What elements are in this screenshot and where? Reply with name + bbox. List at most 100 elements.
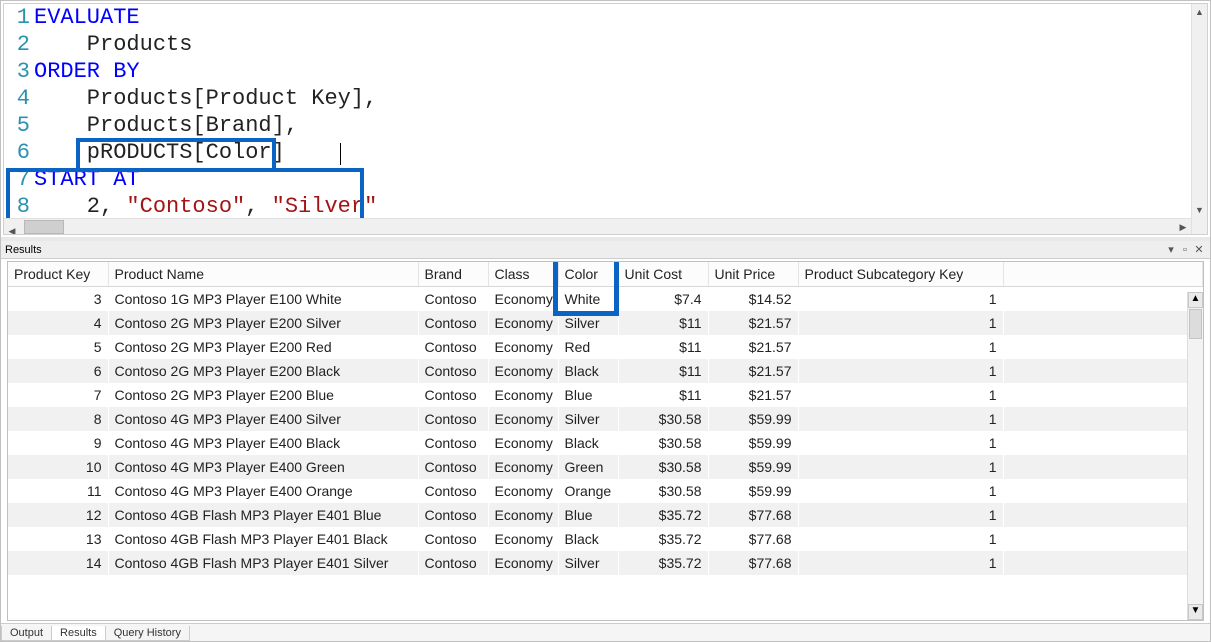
cell: Contoso: [418, 359, 488, 383]
code-area[interactable]: EVALUATE ProductsORDER BY Products[Produ…: [34, 4, 1207, 234]
cell: 1: [798, 479, 1003, 503]
table-row[interactable]: 8Contoso 4G MP3 Player E400 SilverContos…: [8, 407, 1203, 431]
line-number: 3: [4, 58, 30, 85]
cell: Contoso 4G MP3 Player E400 Orange: [108, 479, 418, 503]
cell: $77.68: [708, 527, 798, 551]
cell: 5: [8, 335, 108, 359]
table-row[interactable]: 5Contoso 2G MP3 Player E200 RedContosoEc…: [8, 335, 1203, 359]
column-header[interactable]: Unit Price: [708, 262, 798, 287]
code-line[interactable]: EVALUATE: [34, 4, 1207, 31]
dax-editor[interactable]: 12345678 EVALUATE ProductsORDER BY Produ…: [4, 4, 1207, 234]
line-number: 6: [4, 139, 30, 166]
code-line[interactable]: 2, "Contoso", "Silver": [34, 193, 1207, 220]
cell: $59.99: [708, 479, 798, 503]
hscroll-thumb[interactable]: [24, 220, 64, 234]
table-row[interactable]: 12Contoso 4GB Flash MP3 Player E401 Blue…: [8, 503, 1203, 527]
cell: Economy: [488, 311, 558, 335]
cell: 1: [798, 551, 1003, 575]
pane-close-icon[interactable]: ✕: [1192, 243, 1206, 256]
vscroll-thumb[interactable]: [1189, 309, 1202, 339]
cell: Contoso: [418, 527, 488, 551]
table-row[interactable]: 3Contoso 1G MP3 Player E100 WhiteContoso…: [8, 287, 1203, 312]
code-line[interactable]: pRODUCTS[Color]: [34, 139, 1207, 166]
results-grid[interactable]: Product KeyProduct NameBrandClassColorUn…: [8, 262, 1203, 575]
cell: Economy: [488, 431, 558, 455]
scroll-up-icon[interactable]: ▲: [1188, 292, 1203, 308]
scroll-left-icon[interactable]: ◀: [4, 224, 20, 236]
code-token: "Silver": [272, 194, 378, 219]
cell: Contoso 2G MP3 Player E200 Silver: [108, 311, 418, 335]
cell: 9: [8, 431, 108, 455]
table-row[interactable]: 13Contoso 4GB Flash MP3 Player E401 Blac…: [8, 527, 1203, 551]
cell: $21.57: [708, 335, 798, 359]
editor-horizontal-scrollbar[interactable]: ◀ ▶: [4, 218, 1191, 234]
cell: $14.52: [708, 287, 798, 312]
cell: $11: [618, 311, 708, 335]
scroll-down-icon[interactable]: ▼: [1192, 202, 1207, 218]
cell: 7: [8, 383, 108, 407]
column-header[interactable]: Color: [558, 262, 618, 287]
cell: Contoso: [418, 479, 488, 503]
cell: $21.57: [708, 359, 798, 383]
cell: 1: [798, 311, 1003, 335]
cell: $35.72: [618, 527, 708, 551]
table-row[interactable]: 10Contoso 4G MP3 Player E400 GreenContos…: [8, 455, 1203, 479]
code-line[interactable]: START AT: [34, 166, 1207, 193]
cell: Economy: [488, 455, 558, 479]
tab-output[interactable]: Output: [1, 626, 52, 641]
code-line[interactable]: ORDER BY: [34, 58, 1207, 85]
editor-vertical-scrollbar[interactable]: ▲ ▼: [1191, 4, 1207, 234]
cell: Contoso: [418, 383, 488, 407]
cell: $11: [618, 335, 708, 359]
column-header[interactable]: Product Key: [8, 262, 108, 287]
cell: Contoso 4G MP3 Player E400 Silver: [108, 407, 418, 431]
editor-pane: 12345678 EVALUATE ProductsORDER BY Produ…: [1, 1, 1210, 241]
code-token: ,: [100, 194, 126, 219]
column-header[interactable]: Product Subcategory Key: [798, 262, 1003, 287]
cell: Contoso: [418, 455, 488, 479]
code-token: Products[Brand],: [34, 113, 298, 138]
grid-vertical-scrollbar[interactable]: ▲ ▼: [1187, 292, 1203, 620]
scroll-right-icon[interactable]: ▶: [1175, 219, 1191, 235]
column-header[interactable]: Product Name: [108, 262, 418, 287]
cell: Silver: [558, 551, 618, 575]
pane-menu-icon[interactable]: ▾: [1164, 243, 1178, 256]
code-line[interactable]: Products[Product Key],: [34, 85, 1207, 112]
cell: Economy: [488, 551, 558, 575]
cell: Black: [558, 527, 618, 551]
scroll-down-icon[interactable]: ▼: [1188, 604, 1203, 620]
table-row[interactable]: 4Contoso 2G MP3 Player E200 SilverContos…: [8, 311, 1203, 335]
bottom-tab-bar: Output Results Query History: [1, 623, 1210, 641]
table-row[interactable]: 6Contoso 2G MP3 Player E200 BlackContoso…: [8, 359, 1203, 383]
tab-query-history[interactable]: Query History: [105, 626, 190, 641]
cell: Contoso 4GB Flash MP3 Player E401 Silver: [108, 551, 418, 575]
table-row[interactable]: 14Contoso 4GB Flash MP3 Player E401 Silv…: [8, 551, 1203, 575]
pane-pin-icon[interactable]: ▫: [1178, 244, 1192, 256]
column-header[interactable]: Brand: [418, 262, 488, 287]
cell: $35.72: [618, 503, 708, 527]
cell: White: [558, 287, 618, 312]
scroll-up-icon[interactable]: ▲: [1192, 4, 1207, 20]
code-line[interactable]: Products[Brand],: [34, 112, 1207, 139]
table-row[interactable]: 11Contoso 4G MP3 Player E400 OrangeConto…: [8, 479, 1203, 503]
cell: Contoso 2G MP3 Player E200 Blue: [108, 383, 418, 407]
code-token: 2: [34, 194, 100, 219]
table-row[interactable]: 7Contoso 2G MP3 Player E200 BlueContosoE…: [8, 383, 1203, 407]
cell: Economy: [488, 407, 558, 431]
column-header[interactable]: Unit Cost: [618, 262, 708, 287]
code-token: ORDER BY: [34, 59, 140, 84]
cell: Economy: [488, 479, 558, 503]
tab-results[interactable]: Results: [51, 626, 106, 641]
code-line[interactable]: Products: [34, 31, 1207, 58]
code-token: EVALUATE: [34, 5, 140, 30]
cell: 12: [8, 503, 108, 527]
cell: Blue: [558, 383, 618, 407]
results-grid-wrap: Product KeyProduct NameBrandClassColorUn…: [7, 261, 1204, 621]
line-number: 2: [4, 31, 30, 58]
cell: Contoso: [418, 407, 488, 431]
results-title: Results: [5, 244, 1164, 256]
column-header[interactable]: Class: [488, 262, 558, 287]
grid-header-row[interactable]: Product KeyProduct NameBrandClassColorUn…: [8, 262, 1203, 287]
table-row[interactable]: 9Contoso 4G MP3 Player E400 BlackContoso…: [8, 431, 1203, 455]
cell: Contoso 4GB Flash MP3 Player E401 Blue: [108, 503, 418, 527]
